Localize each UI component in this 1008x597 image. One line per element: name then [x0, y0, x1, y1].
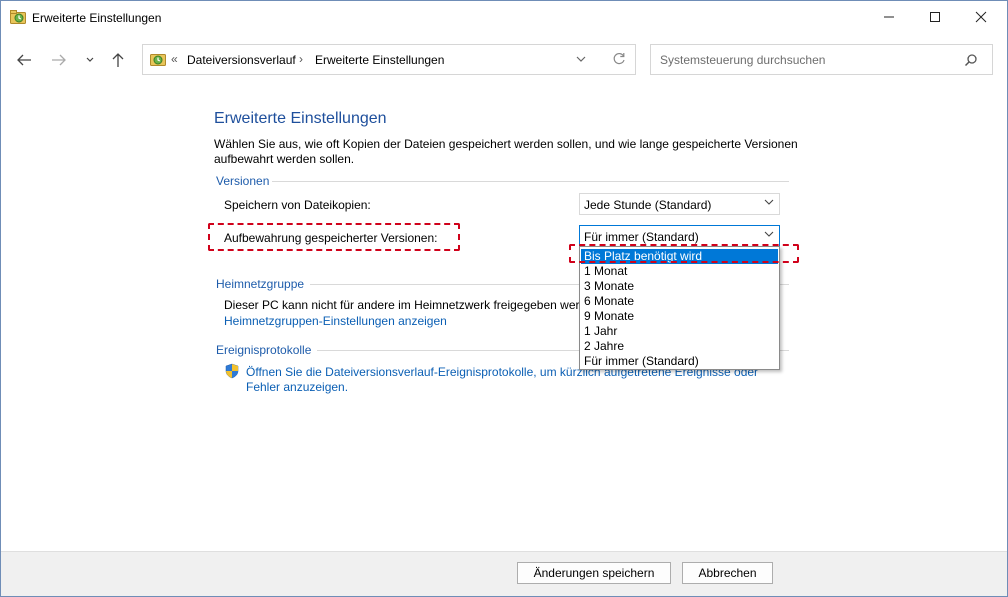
homegroup-text: Dieser PC kann nicht für andere im Heimn…: [224, 298, 603, 312]
up-button[interactable]: [106, 48, 130, 72]
section-header-heimnetzgruppe: Heimnetzgruppe: [216, 277, 305, 291]
retention-option[interactable]: 2 Jahre: [581, 339, 778, 354]
back-button[interactable]: [12, 48, 36, 72]
chevron-down-icon: [576, 56, 586, 62]
search-placeholder[interactable]: Systemsteuerung durchsuchen: [660, 53, 825, 67]
save-changes-label: Änderungen speichern: [533, 566, 655, 580]
forward-button[interactable]: [47, 48, 71, 72]
page-description-line1: Wählen Sie aus, wie oft Kopien der Datei…: [214, 137, 798, 151]
location-icon: [150, 52, 166, 66]
footer-bar: [0, 551, 1008, 597]
minimize-icon: [884, 16, 894, 18]
maximize-icon: [930, 12, 940, 22]
minimize-button[interactable]: [866, 0, 912, 34]
save-copies-value: Jede Stunde (Standard): [584, 198, 712, 212]
chevron-down-icon: [86, 57, 94, 62]
save-copies-label: Speichern von Dateikopien:: [224, 198, 371, 212]
event-logs-link-line2[interactable]: Fehler anzuzeigen.: [246, 380, 348, 394]
retention-option[interactable]: 1 Monat: [581, 264, 778, 279]
section-divider: [272, 181, 789, 182]
highlight-retention-label: [208, 223, 460, 251]
close-icon: [975, 11, 987, 23]
cancel-label: Abbrechen: [698, 566, 757, 580]
chevron-down-icon: [764, 229, 774, 241]
shield-icon: [224, 363, 240, 379]
refresh-icon: [613, 52, 625, 65]
section-header-versionen: Versionen: [216, 174, 270, 188]
arrow-left-icon: [17, 54, 31, 66]
close-button[interactable]: [958, 0, 1004, 34]
breadcrumb-dateiversionsverlauf[interactable]: Dateiversionsverlauf: [187, 53, 296, 67]
page-description-line2: aufbewahrt werden sollen.: [214, 152, 355, 166]
retention-option[interactable]: 1 Jahr: [581, 324, 778, 339]
save-changes-button[interactable]: Änderungen speichern: [517, 562, 671, 584]
homegroup-settings-link[interactable]: Heimnetzgruppen-Einstellungen anzeigen: [224, 314, 447, 328]
retention-option[interactable]: 3 Monate: [581, 279, 778, 294]
retention-option[interactable]: 9 Monate: [581, 309, 778, 324]
refresh-button[interactable]: [612, 52, 628, 68]
section-header-ereignisprotokolle: Ereignisprotokolle: [216, 343, 312, 357]
breadcrumb-erweiterte-einstellungen[interactable]: Erweiterte Einstellungen: [315, 53, 444, 67]
chevron-down-icon: [764, 197, 774, 209]
window-title: Erweiterte Einstellungen: [32, 11, 162, 25]
address-bar[interactable]: « Dateiversionsverlauf › Erweiterte Eins…: [142, 44, 636, 75]
recent-locations-button[interactable]: [78, 48, 102, 72]
save-copies-dropdown[interactable]: Jede Stunde (Standard): [579, 193, 780, 215]
address-dropdown-button[interactable]: [575, 53, 589, 67]
arrow-right-icon: [52, 54, 66, 66]
app-icon: [10, 10, 26, 24]
retention-option[interactable]: 6 Monate: [581, 294, 778, 309]
arrow-up-icon: [112, 53, 124, 67]
retention-dropdown-list[interactable]: Bis Platz benötigt wird 1 Monat 3 Monate 6 …: [579, 246, 780, 370]
search-icon[interactable]: [964, 53, 978, 67]
breadcrumb-overflow[interactable]: «: [171, 52, 178, 66]
cancel-button[interactable]: Abbrechen: [682, 562, 773, 584]
maximize-button[interactable]: [912, 0, 958, 34]
retention-value: Für immer (Standard): [584, 230, 699, 244]
retention-option[interactable]: Für immer (Standard): [581, 354, 778, 369]
highlight-option-bis-platz: [569, 244, 799, 263]
page-title: Erweiterte Einstellungen: [214, 110, 387, 127]
breadcrumb-separator: ›: [299, 52, 303, 66]
search-box[interactable]: Systemsteuerung durchsuchen: [650, 44, 993, 75]
